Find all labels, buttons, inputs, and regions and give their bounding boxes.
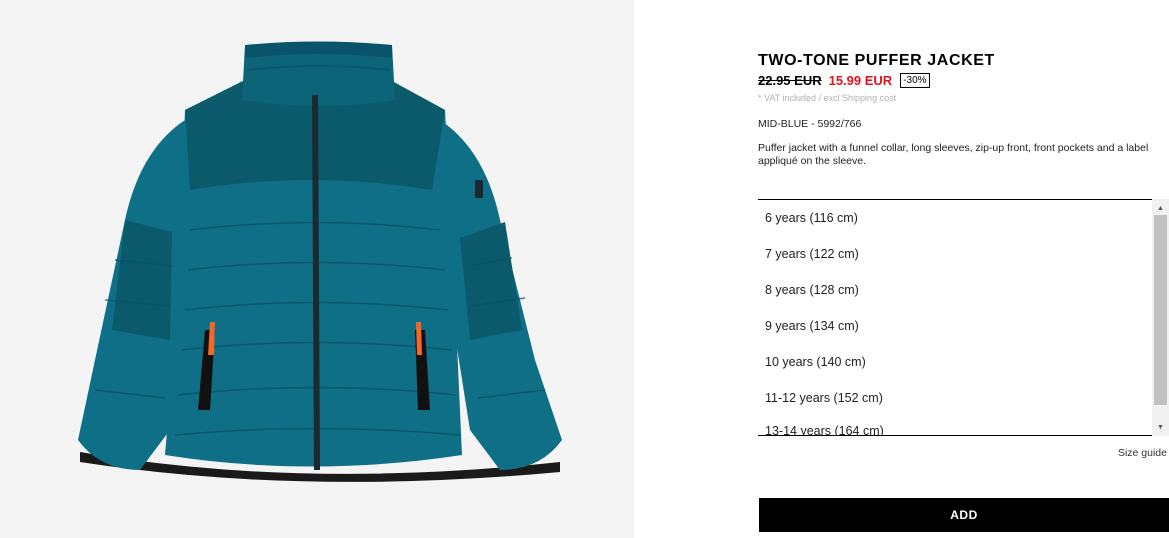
vat-note: * VAT included / excl Shipping cost (758, 93, 897, 103)
scroll-up-arrow-icon[interactable]: ▲ (1152, 201, 1169, 215)
jacket-illustration (78, 41, 562, 482)
price-row: 22.95 EUR 15.99 EUR -30% (758, 73, 930, 88)
size-option[interactable]: 6 years (116 cm) (758, 200, 1152, 236)
old-price: 22.95 EUR (758, 73, 822, 88)
product-description: Puffer jacket with a funnel collar, long… (758, 142, 1149, 167)
scroll-down-arrow-icon[interactable]: ▼ (1152, 420, 1169, 434)
sale-price: 15.99 EUR (828, 73, 893, 88)
size-option[interactable]: 11-12 years (152 cm) (758, 380, 1152, 416)
size-option[interactable]: 7 years (122 cm) (758, 236, 1152, 272)
size-guide-link[interactable]: Size guide (1118, 447, 1167, 459)
discount-badge: -30% (900, 73, 930, 88)
size-option[interactable]: 8 years (128 cm) (758, 272, 1152, 308)
product-info-panel: TWO-TONE PUFFER JACKET 22.95 EUR 15.99 E… (758, 0, 1169, 538)
scrollbar-thumb[interactable] (1154, 215, 1167, 405)
size-selector-list[interactable]: 6 years (116 cm) 7 years (122 cm) 8 year… (758, 199, 1152, 436)
size-list-scrollbar[interactable]: ▲ ▼ (1152, 199, 1169, 436)
color-reference: MID-BLUE - 5992/766 (758, 118, 862, 130)
size-option[interactable]: 9 years (134 cm) (758, 308, 1152, 344)
add-to-cart-button[interactable]: ADD (759, 498, 1169, 532)
product-title: TWO-TONE PUFFER JACKET (758, 52, 995, 69)
product-image[interactable] (0, 0, 634, 538)
size-option[interactable]: 10 years (140 cm) (758, 344, 1152, 380)
size-option[interactable]: 13-14 years (164 cm) (758, 416, 1152, 435)
